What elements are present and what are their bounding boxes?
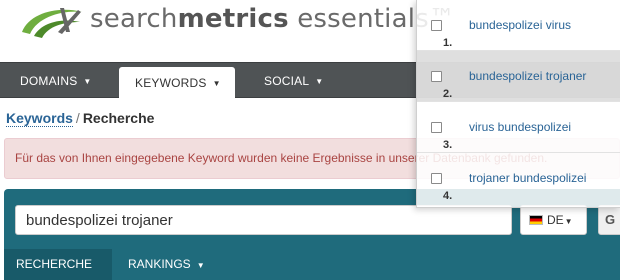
- suggestion-label[interactable]: virus bundespolizei: [469, 120, 571, 134]
- breadcrumb-current: Recherche: [82, 110, 155, 126]
- suggestion-number: 3.: [443, 139, 453, 151]
- go-button[interactable]: G: [598, 205, 620, 235]
- nav-social-label: SOCIAL: [264, 74, 310, 88]
- logo-prefix: search: [90, 4, 178, 34]
- sub-tabs: RECHERCHE RANKINGS ▼: [4, 249, 620, 280]
- nav-keywords[interactable]: KEYWORDS ▼: [119, 67, 235, 100]
- tab-rankings-label: RANKINGS: [128, 257, 191, 271]
- caret-down-icon: ▼: [564, 217, 573, 226]
- keyword-search-input[interactable]: [15, 205, 512, 235]
- language-label: DE: [547, 213, 564, 227]
- breadcrumb-keywords-link[interactable]: Keywords: [6, 110, 73, 127]
- logo-swoosh-icon: [22, 8, 82, 38]
- suggestion-number: 4.: [443, 190, 453, 202]
- caret-down-icon: ▼: [83, 77, 92, 86]
- suggestion-checkbox[interactable]: [431, 122, 442, 133]
- suggestion-checkbox[interactable]: [431, 71, 442, 82]
- nav-keywords-label: KEYWORDS: [135, 76, 207, 90]
- suggestion-item[interactable]: 3. virus bundespolizei: [417, 102, 620, 153]
- searchmetrics-logo[interactable]: searchmetrics essentials™: [20, 0, 455, 44]
- german-flag-icon: [529, 215, 543, 225]
- suggestion-label[interactable]: bundespolizei trojaner: [469, 69, 586, 83]
- nav-domains-label: DOMAINS: [20, 74, 78, 88]
- tab-recherche-label: RECHERCHE: [16, 257, 93, 271]
- caret-down-icon: ▼: [315, 77, 324, 86]
- breadcrumb: Keywords / Recherche: [6, 110, 155, 127]
- language-select[interactable]: DE▼: [520, 205, 587, 235]
- nav-domains[interactable]: DOMAINS ▼: [0, 63, 104, 99]
- keyword-suggestion-dropdown: 1. bundespolizei virus 2. bundespolizei …: [416, 0, 620, 208]
- breadcrumb-separator: /: [75, 110, 80, 126]
- tab-rankings[interactable]: RANKINGS ▼: [112, 249, 216, 280]
- suggestion-checkbox[interactable]: [431, 20, 442, 31]
- suggestion-item[interactable]: 4. trojaner bundespolizei: [417, 153, 620, 204]
- logo-bold: metrics: [177, 4, 289, 34]
- suggestion-item[interactable]: 1. bundespolizei virus: [417, 0, 620, 51]
- suggestion-label[interactable]: trojaner bundespolizei: [469, 171, 586, 185]
- suggestion-number: 1.: [443, 37, 453, 49]
- suggestion-item[interactable]: 2. bundespolizei trojaner: [417, 51, 620, 102]
- suggestion-number: 2.: [443, 88, 453, 100]
- caret-down-icon: ▼: [196, 261, 205, 270]
- logo-text: searchmetrics essentials™: [90, 4, 455, 34]
- tab-recherche[interactable]: RECHERCHE: [4, 249, 112, 280]
- suggestion-label[interactable]: bundespolizei virus: [469, 18, 571, 32]
- nav-social[interactable]: SOCIAL ▼: [250, 63, 340, 99]
- suggestion-checkbox[interactable]: [431, 173, 442, 184]
- caret-down-icon: ▼: [212, 79, 221, 88]
